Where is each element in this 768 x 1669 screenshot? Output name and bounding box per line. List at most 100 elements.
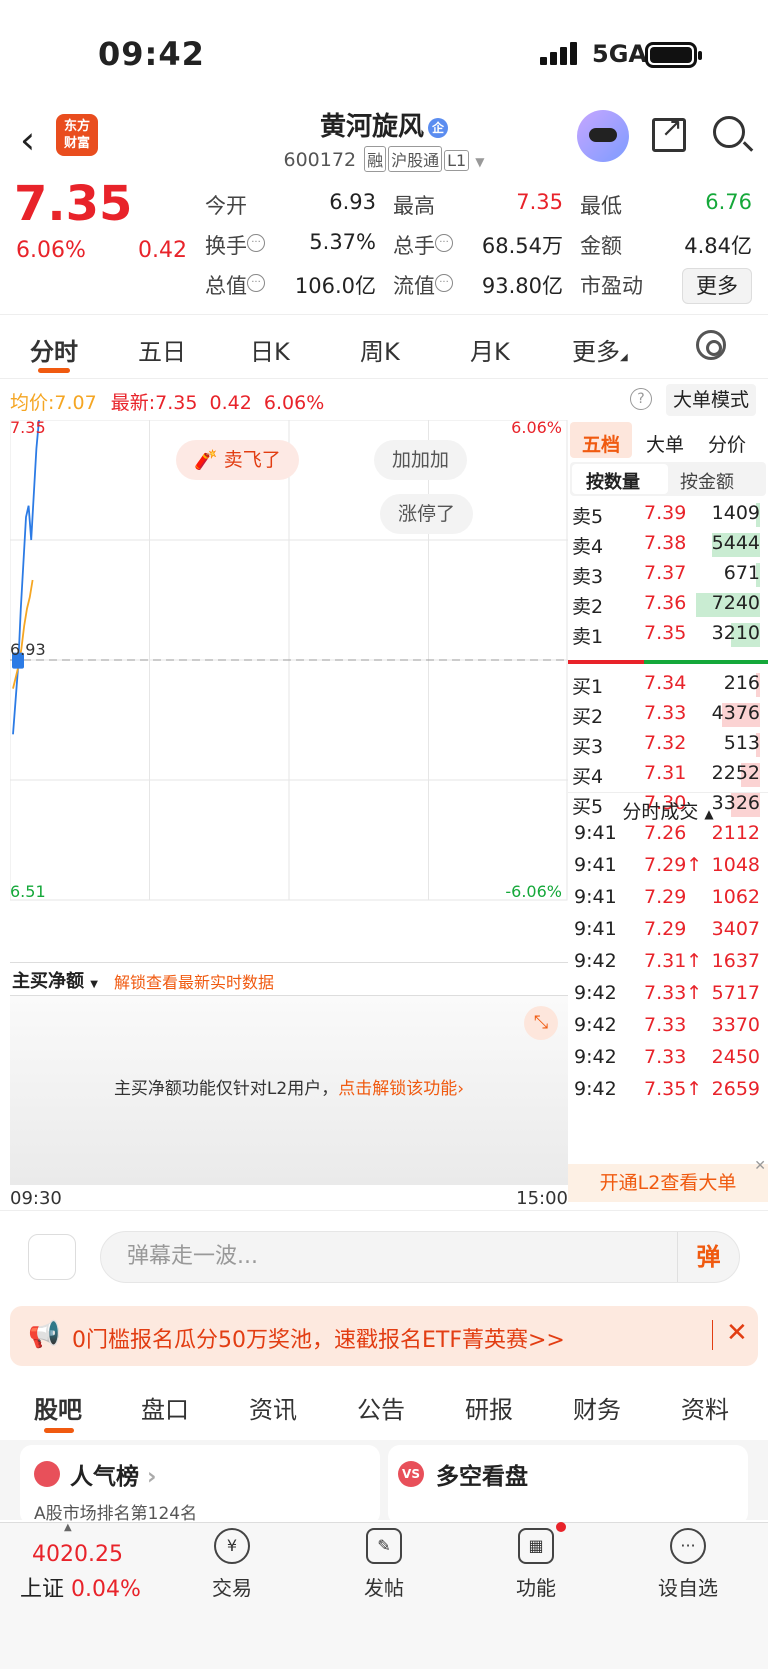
- y-bottom-label: 6.51: [10, 882, 46, 901]
- nav-watchlist[interactable]: ··· 设自选: [638, 1528, 738, 1601]
- popularity-label: 人气榜: [70, 1464, 139, 1490]
- chevron-down-icon: ▼: [475, 155, 485, 169]
- nav-post[interactable]: ✎ 发帖: [334, 1528, 434, 1601]
- quote-value: 93.80亿: [481, 274, 563, 298]
- vs-icon: VS: [398, 1461, 424, 1487]
- divider: [0, 378, 768, 379]
- by-amount-toggle[interactable]: 按金额: [680, 468, 734, 494]
- popularity-card[interactable]: 人气榜 › A股市场排名第124名: [20, 1445, 380, 1525]
- stock-name: 黄河旋风: [319, 112, 424, 142]
- ranking-icon: [34, 1461, 60, 1487]
- level-price: 7.36: [644, 592, 687, 614]
- danmu-placeholder: 弹幕走一波...: [127, 1244, 258, 1269]
- latest-value: 7.35: [155, 392, 198, 414]
- tab-profile[interactable]: 资料: [681, 1390, 729, 1425]
- tab-five-day[interactable]: 五日: [138, 332, 186, 367]
- tab-guba[interactable]: 股吧: [34, 1390, 82, 1425]
- tab-pankou[interactable]: 盘口: [141, 1390, 189, 1425]
- tab-announcement[interactable]: 公告: [357, 1390, 405, 1425]
- tab-daily-k[interactable]: 日K: [250, 332, 290, 367]
- big-order-mode-button[interactable]: 大单模式: [666, 384, 756, 416]
- l2-message-text: 主买净额功能仅针对L2用户，: [113, 1079, 339, 1099]
- promo-banner[interactable]: 📢 0门槛报名瓜分50万奖池，速戳报名ETF菁英赛>> ✕: [10, 1306, 758, 1366]
- tag-margin: 融: [364, 146, 387, 172]
- search-icon[interactable]: [713, 116, 745, 148]
- expand-icon[interactable]: ⤡: [524, 1006, 558, 1040]
- tab-research[interactable]: 研报: [465, 1390, 513, 1425]
- close-icon[interactable]: ✕: [726, 1318, 748, 1348]
- danmu-bubble: 涨停了: [380, 494, 474, 534]
- danmu-input[interactable]: 弹幕走一波... 弹: [100, 1231, 740, 1283]
- tab-finance[interactable]: 财务: [573, 1390, 621, 1425]
- tab-weekly-k[interactable]: 周K: [360, 332, 400, 367]
- grid-icon: ▦: [518, 1522, 566, 1564]
- avg-price-row: 均价:7.07 最新:7.35 0.42 6.06%: [10, 388, 324, 415]
- tab-intraday[interactable]: 分时: [30, 332, 78, 367]
- trade-volume: 1637: [711, 950, 760, 972]
- trade-price: 7.33↑: [644, 982, 703, 1004]
- trade-price: 7.31↑: [644, 950, 703, 972]
- level-label: 买3: [572, 736, 604, 758]
- unlock-feature-link[interactable]: 点击解锁该功能: [338, 1079, 457, 1099]
- trade-price: 7.29: [644, 918, 687, 940]
- level-price: 7.38: [644, 532, 687, 554]
- by-quantity-toggle[interactable]: 按数量: [586, 468, 640, 494]
- gear-icon[interactable]: [696, 330, 726, 360]
- unlock-link[interactable]: 解锁查看最新实时数据: [114, 969, 274, 993]
- comment-settings-icon[interactable]: [28, 1234, 76, 1280]
- quote-value: 6.76: [705, 190, 752, 214]
- avg-label: 均价:: [10, 392, 55, 414]
- trade-volume: 5717: [711, 982, 760, 1004]
- intraday-chart[interactable]: 7.35 6.06% 6.93 6.51 -6.06% 🧨 卖飞了 加加加 涨停…: [10, 418, 568, 960]
- tab-five-levels[interactable]: 五档: [582, 430, 620, 457]
- tab-price-dist[interactable]: 分价: [708, 430, 746, 457]
- index-pct: 0.04%: [71, 1577, 141, 1602]
- popularity-title: 人气榜 ›: [70, 1457, 157, 1491]
- stock-code: 600172: [283, 149, 357, 171]
- trade-price: 7.35↑: [644, 1078, 703, 1100]
- level-volume: 4376: [711, 702, 760, 724]
- trade-volume: 1062: [711, 886, 760, 908]
- trade-time: 9:42: [574, 950, 617, 972]
- index-name: 上证: [20, 1577, 65, 1602]
- trade-price: 7.33: [644, 1046, 687, 1068]
- chevron-right-icon: ›: [147, 1464, 157, 1490]
- battery-icon: [645, 42, 702, 68]
- caret-up-icon: ▲: [704, 807, 714, 821]
- avg-line: [12, 579, 34, 689]
- time-axis: 09:30 15:00: [10, 1188, 568, 1209]
- danmu-text: 卖飞了: [223, 449, 281, 471]
- level-volume: 2252: [711, 762, 760, 784]
- help-icon[interactable]: ?: [630, 388, 652, 410]
- index-value: 4020.25: [32, 1542, 123, 1567]
- l2-upgrade-bar[interactable]: 开通L2查看大单: [568, 1164, 768, 1202]
- quote-value: 7.35: [516, 190, 563, 214]
- trade-time: 9:41: [574, 886, 617, 908]
- more-button[interactable]: 更多: [682, 268, 752, 304]
- nav-functions[interactable]: ▦ 功能: [486, 1522, 586, 1601]
- caret-icon: ◢: [620, 352, 628, 363]
- level-price: 7.35: [644, 622, 687, 644]
- assistant-robot-icon[interactable]: [577, 110, 629, 162]
- latest-change: 0.42: [209, 392, 252, 414]
- order-book: 五档 大单 分价 按数量 按金额 卖5 7.39 1409 卖4 7.38 5444 卖3 7…: [568, 420, 768, 1202]
- level-volume: 7240: [711, 592, 760, 614]
- tab-big-orders[interactable]: 大单: [646, 430, 684, 457]
- time-start: 09:30: [10, 1188, 62, 1209]
- y-bottom-pct-label: -6.06%: [505, 882, 562, 901]
- nav-functions-label: 功能: [516, 1576, 556, 1600]
- nav-trade[interactable]: ¥ 交易: [182, 1528, 282, 1601]
- trade-price: 7.29↑: [644, 854, 703, 876]
- net-buy-select[interactable]: 主买净额 ▼: [12, 967, 98, 993]
- share-icon[interactable]: [652, 113, 686, 152]
- index-widget[interactable]: 4020.25 上证 0.04%: [20, 1542, 160, 1603]
- danmu-toggle-button[interactable]: 弹: [677, 1232, 739, 1282]
- long-short-card[interactable]: VS 多空看盘: [388, 1445, 748, 1525]
- tab-news[interactable]: 资讯: [249, 1390, 297, 1425]
- tab-more[interactable]: 更多◢: [572, 332, 628, 367]
- tab-monthly-k[interactable]: 月K: [470, 332, 510, 367]
- close-icon[interactable]: ✕: [754, 1158, 766, 1174]
- change-amount: 0.42: [138, 238, 187, 263]
- level-volume: 216: [723, 672, 760, 694]
- level-label: 卖4: [572, 536, 604, 558]
